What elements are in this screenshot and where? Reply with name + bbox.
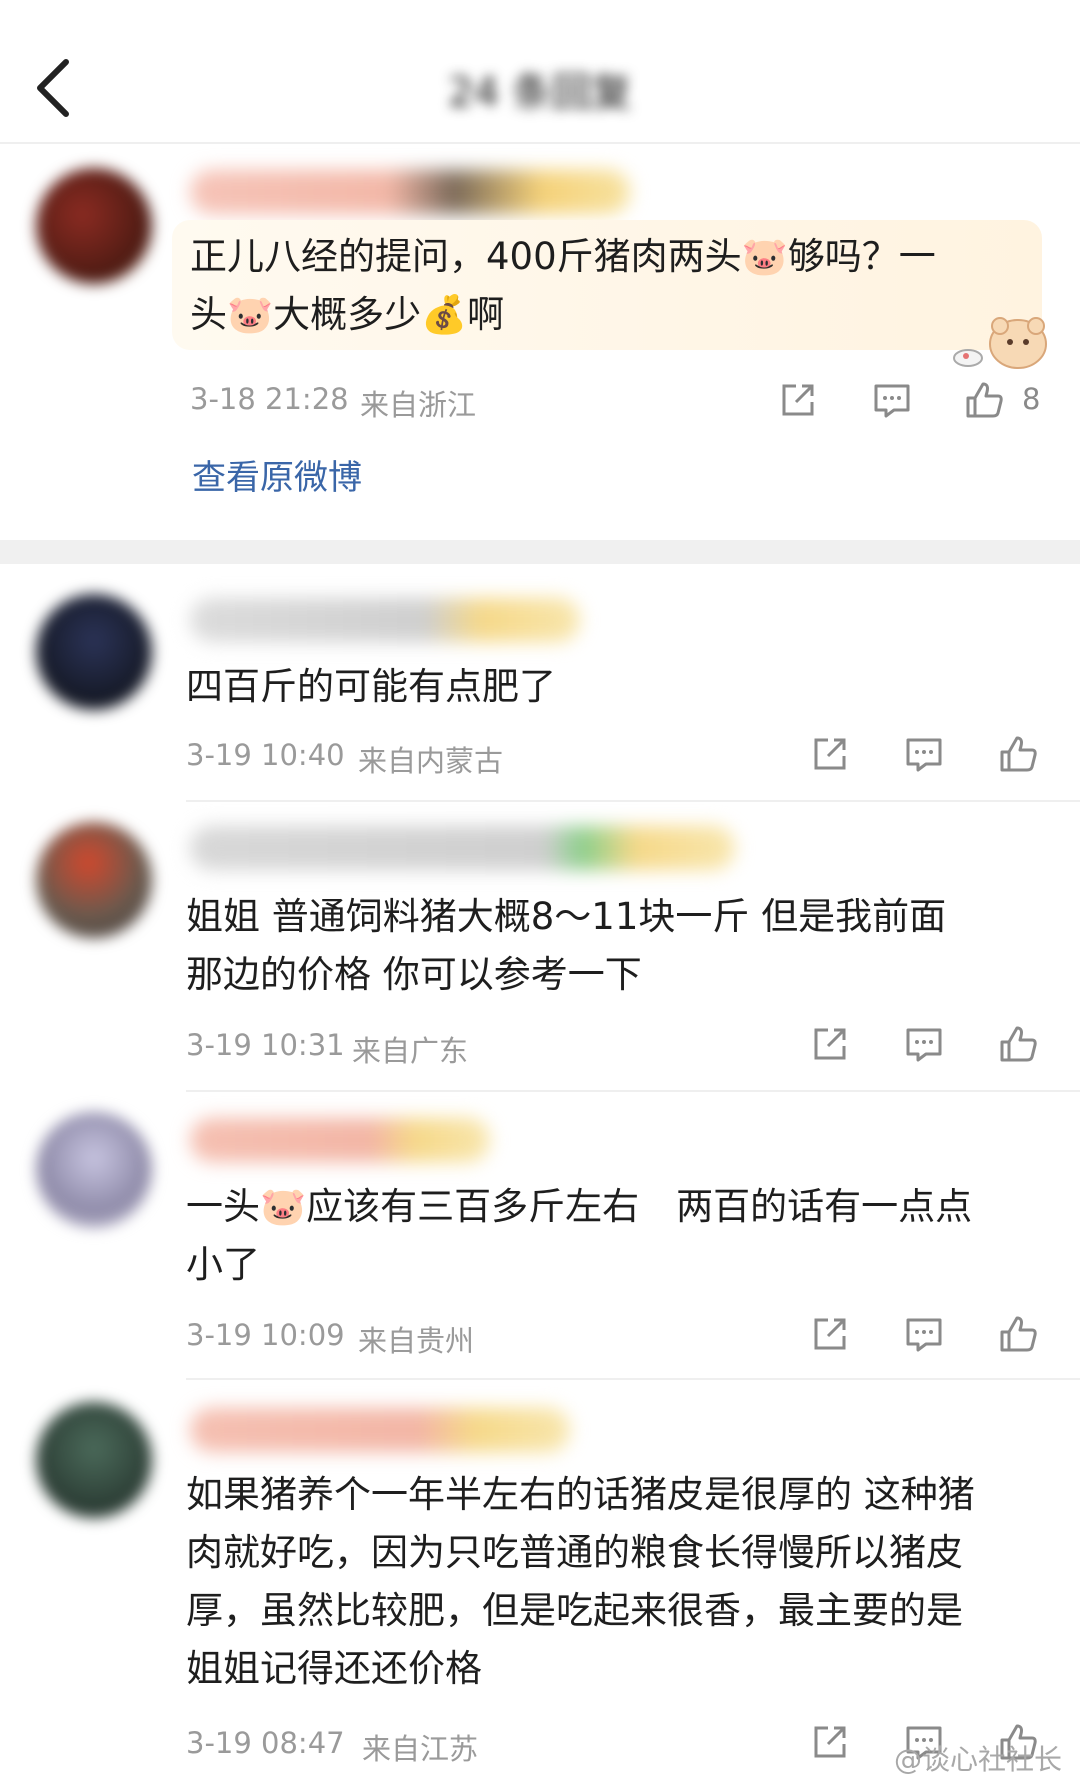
like-count: 8 — [1022, 382, 1041, 416]
view-original-post-link[interactable]: 查看原微博 — [192, 450, 362, 499]
thumbs-up-icon[interactable] — [996, 732, 1040, 776]
share-icon[interactable] — [776, 378, 820, 422]
thumbs-up-icon[interactable] — [996, 1022, 1040, 1066]
comment-text-line: 那边的价格 你可以参考一下 — [186, 953, 642, 996]
comment-text-line: 肉就好吃，因为只吃普通的粮食长得慢所以猪皮 — [186, 1531, 963, 1574]
reply-divider — [186, 1378, 1080, 1380]
avatar[interactable] — [36, 168, 152, 284]
page-title: 24 条回复 — [448, 70, 632, 116]
comment-time: 3-19 10:09 — [186, 1318, 345, 1352]
comment-icon[interactable] — [902, 732, 946, 776]
thumbs-up-icon[interactable] — [996, 1312, 1040, 1356]
comment-icon[interactable] — [902, 1022, 946, 1066]
comment-text-line: 正儿八经的提问，400斤猪肉两头🐷够吗？一 — [190, 235, 936, 278]
comment-text-line: 厚，虽然比较肥，但是吃起来很香，最主要的是 — [186, 1589, 963, 1632]
avatar[interactable] — [36, 594, 152, 710]
username-blurred[interactable] — [190, 1408, 570, 1452]
comment-location: 来自贵州 — [358, 1324, 475, 1358]
comment-icon[interactable] — [870, 378, 914, 422]
reply-divider — [186, 800, 1080, 802]
share-icon[interactable] — [808, 732, 852, 776]
comment-text-line: 如果猪养个一年半左右的话猪皮是很厚的 这种猪 — [186, 1473, 975, 1516]
avatar[interactable] — [36, 822, 152, 938]
comment-text-line: 头🐷大概多少💰啊 — [190, 293, 505, 336]
comment-time: 3-19 10:40 — [186, 738, 345, 772]
comment-text-line: 姐姐记得还还价格 — [186, 1647, 482, 1690]
share-icon[interactable] — [808, 1312, 852, 1356]
share-icon[interactable] — [808, 1022, 852, 1066]
comment-time: 3-18 21:28 — [190, 382, 349, 416]
comment-time: 3-19 10:31 — [186, 1028, 345, 1062]
top-bar: 24 条回复 — [0, 0, 1080, 140]
watermark: @谈心社社长 — [893, 1743, 1062, 1776]
comment-text-line: 一头🐷应该有三百多斤左右 两百的话有一点点 — [186, 1185, 973, 1228]
username-blurred[interactable] — [190, 826, 735, 870]
comment-time: 3-19 08:47 — [186, 1726, 345, 1760]
comment-location: 来自江苏 — [362, 1732, 479, 1766]
share-icon[interactable] — [808, 1720, 852, 1764]
username-blurred[interactable] — [190, 1118, 490, 1162]
comment-text-line: 四百斤的可能有点肥了 — [186, 665, 556, 708]
username-blurred[interactable] — [190, 170, 630, 214]
header-divider — [0, 142, 1080, 144]
bear-sticker-icon — [953, 317, 1047, 369]
comment-text-line: 小了 — [186, 1243, 260, 1286]
reply-divider — [186, 1090, 1080, 1092]
comment-text-line: 姐姐 普通饲料猪大概8～11块一斤 但是我前面 — [186, 895, 947, 938]
username-blurred[interactable] — [190, 598, 580, 642]
avatar[interactable] — [36, 1112, 152, 1228]
thumbs-up-icon[interactable] — [962, 378, 1006, 422]
section-divider — [0, 540, 1080, 564]
avatar[interactable] — [36, 1402, 152, 1518]
comment-location: 来自内蒙古 — [358, 744, 504, 778]
comment-location: 来自广东 — [352, 1034, 469, 1068]
comment-icon[interactable] — [902, 1312, 946, 1356]
comment-location: 来自浙江 — [360, 388, 477, 422]
